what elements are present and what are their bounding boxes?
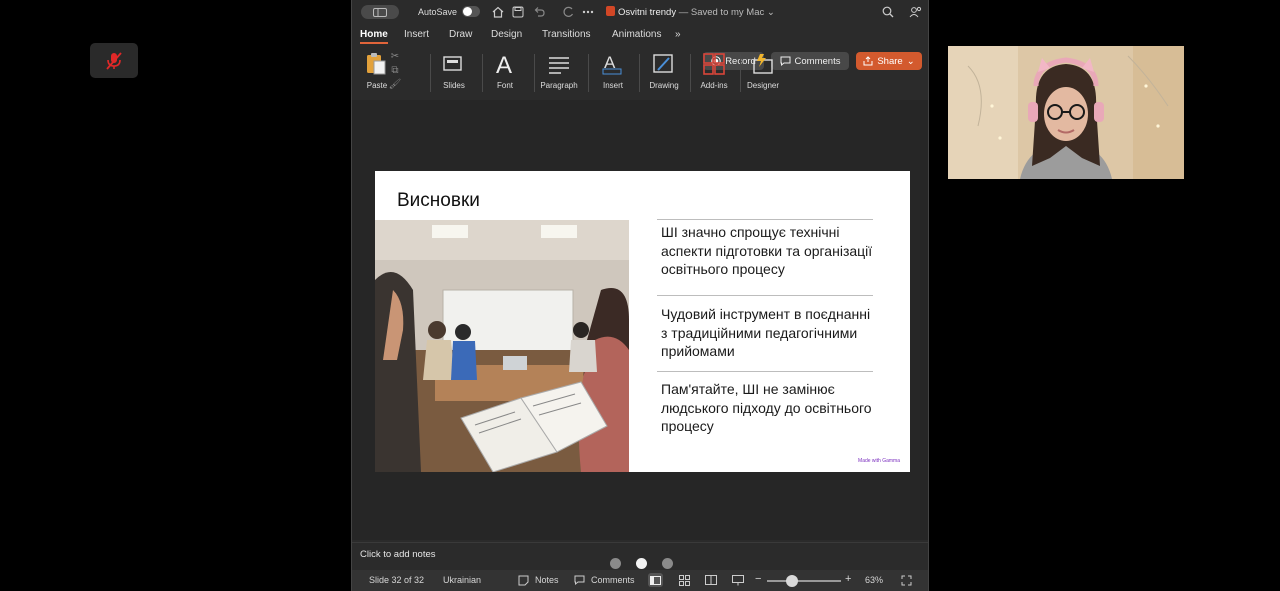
svg-text:A: A <box>496 52 512 77</box>
comment-icon[interactable] <box>572 573 587 587</box>
cut-icon[interactable]: ✂ <box>389 50 402 64</box>
paragraph-button[interactable]: Paragraph <box>534 50 584 90</box>
tab-draw[interactable]: Draw <box>449 29 472 40</box>
slides-button[interactable]: Slides <box>429 50 479 90</box>
document-title[interactable]: Osvitni trendy — Saved to my Mac ⌄ <box>606 6 775 18</box>
font-label: Font <box>496 81 513 90</box>
insert-button[interactable]: A Insert <box>588 50 638 90</box>
carousel-dot[interactable] <box>610 558 621 569</box>
ribbon-tabs: Home Insert Draw Design Transitions Anim… <box>352 25 928 70</box>
tabs-overflow-icon[interactable]: » <box>675 29 681 40</box>
slide-sorter-icon[interactable] <box>677 573 692 587</box>
sidebar-toggle-button[interactable] <box>361 5 399 19</box>
tab-insert[interactable]: Insert <box>404 29 429 40</box>
more-icon[interactable] <box>581 5 595 19</box>
participant-video[interactable] <box>948 46 1184 179</box>
current-slide[interactable]: Висновки ШІ значно спрощує технічні аспе… <box>375 171 910 472</box>
fit-to-window-icon[interactable] <box>899 573 914 587</box>
addins-icon <box>703 53 725 75</box>
drawing-label: Drawing <box>649 81 679 90</box>
conclusion-point[interactable]: ШІ значно спрощує технічні аспекти підго… <box>657 219 873 295</box>
save-icon[interactable] <box>511 5 525 19</box>
drawing-button[interactable]: Drawing <box>639 50 689 90</box>
autosave-label: AutoSave <box>418 7 458 17</box>
designer-label: Designer <box>746 81 779 90</box>
document-save-status: — Saved to my Mac <box>678 7 765 18</box>
addins-button[interactable]: Add-ins <box>689 50 739 90</box>
slide-title[interactable]: Висновки <box>397 190 480 212</box>
tab-home[interactable]: Home <box>360 29 388 44</box>
slides-label: Slides <box>443 81 465 90</box>
paragraph-label: Paragraph <box>540 81 578 90</box>
zoom-level[interactable]: 63% <box>865 575 883 585</box>
comments-toggle-label[interactable]: Comments <box>591 575 635 585</box>
classroom-photo[interactable] <box>375 220 629 472</box>
redo-icon[interactable] <box>561 5 575 19</box>
title-bar: AutoSave Osvitni trendy — Saved to my Ma… <box>352 0 928 24</box>
reading-view-icon[interactable] <box>703 573 718 587</box>
language-indicator[interactable]: Ukrainian <box>443 575 481 585</box>
chevron-down-icon: ⌄ <box>766 7 775 18</box>
zoom-in-icon[interactable]: + <box>845 573 851 585</box>
tab-design[interactable]: Design <box>491 29 522 40</box>
powerpoint-window: AutoSave Osvitni trendy — Saved to my Ma… <box>351 0 929 591</box>
slide-counter: Slide 32 of 32 <box>369 575 425 585</box>
addins-label: Add-ins <box>700 81 728 90</box>
paragraph-icon <box>549 57 569 74</box>
designer-icon <box>753 54 773 74</box>
font-icon: A <box>496 52 512 77</box>
drawing-icon <box>653 54 673 73</box>
notes-placeholder[interactable]: Click to add notes <box>360 549 436 560</box>
sidebar-icon <box>373 7 387 17</box>
share-people-icon[interactable] <box>908 5 922 19</box>
tab-animations[interactable]: Animations <box>612 29 661 40</box>
document-name: Osvitni trendy <box>618 7 677 18</box>
textbox-icon: A <box>602 53 622 75</box>
slides-icon <box>443 56 462 71</box>
slide-canvas[interactable]: Висновки ШІ значно спрощує технічні аспе… <box>352 100 928 540</box>
autosave-toggle[interactable] <box>462 6 480 17</box>
page-carousel-dots <box>610 558 673 569</box>
zoom-out-icon[interactable]: − <box>755 573 761 585</box>
carousel-dot-active[interactable] <box>636 558 647 569</box>
normal-view-icon[interactable] <box>648 573 663 587</box>
search-icon[interactable] <box>881 5 895 19</box>
zoom-slider[interactable] <box>767 580 841 582</box>
font-button[interactable]: A Font <box>480 50 530 90</box>
notes-icon[interactable] <box>516 573 531 587</box>
conclusion-points[interactable]: ШІ значно спрощує технічні аспекти підго… <box>657 219 873 440</box>
microphone-muted-tile[interactable] <box>90 43 138 78</box>
conclusion-point[interactable]: Пам'ятайте, ШІ не замінює людського підх… <box>657 371 873 440</box>
carousel-dot[interactable] <box>662 558 673 569</box>
notes-pane[interactable]: Click to add notes <box>352 542 928 570</box>
clipboard-tools: ✂ ⧉ 🖌 <box>382 50 408 92</box>
insert-label: Insert <box>602 81 623 90</box>
copy-icon[interactable]: ⧉ <box>389 64 402 78</box>
slideshow-icon[interactable] <box>730 573 745 587</box>
tab-transitions[interactable]: Transitions <box>542 29 591 40</box>
undo-icon[interactable] <box>532 5 546 19</box>
status-bar: Slide 32 of 32 Ukrainian Notes Comments … <box>352 570 928 591</box>
zoom-slider-handle[interactable] <box>786 575 798 587</box>
format-painter-icon[interactable]: 🖌 <box>389 78 402 92</box>
made-with-gamma-badge[interactable]: Made with Gamma <box>858 458 900 464</box>
notes-toggle-label[interactable]: Notes <box>535 575 559 585</box>
microphone-muted-icon <box>106 51 122 70</box>
home-icon[interactable] <box>491 5 505 19</box>
designer-button[interactable]: Designer <box>738 50 788 90</box>
home-toolbar: Paste ✂ ⧉ 🖌 Slides A Font Paragraph A In… <box>352 48 928 98</box>
conclusion-point[interactable]: Чудовий інструмент в поєднанні з традиці… <box>657 295 873 371</box>
powerpoint-file-icon <box>606 6 615 16</box>
